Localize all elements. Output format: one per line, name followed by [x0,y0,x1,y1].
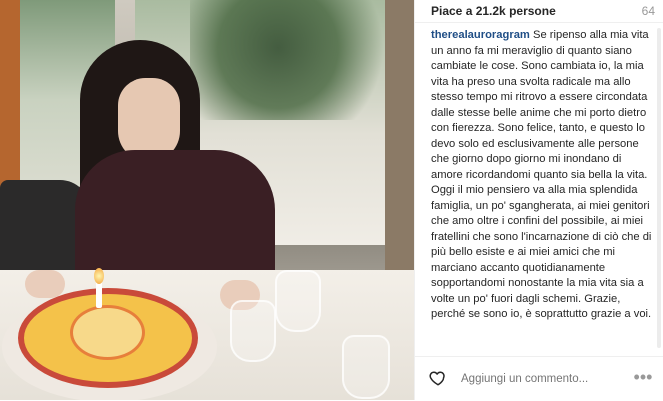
caption-scrollbar[interactable] [657,28,661,348]
background-plants [190,0,410,120]
caption-text: Se ripenso alla mia vita un anno fa mi m… [431,29,652,320]
wine-glass [275,270,321,332]
header-divider [415,22,663,23]
candle-flame [94,268,104,284]
comment-input[interactable] [459,367,613,391]
post-photo[interactable] [0,0,414,400]
wine-glass [342,335,390,399]
caption: therealauroragram Se ripenso alla mia vi… [431,28,653,358]
wine-glass [230,300,276,362]
hand-left [25,270,65,298]
likes-count[interactable]: Piace a 21.2k persone [431,4,556,18]
comment-bar: ••• [415,356,663,401]
post-side-panel: Piace a 21.2k persone 64 therealauroragr… [414,0,663,400]
more-options-icon[interactable]: ••• [629,367,657,387]
candle [96,280,102,308]
heart-icon[interactable] [429,369,447,387]
cake-center [70,305,145,360]
post-time: 64 [641,4,655,18]
instagram-post: Piace a 21.2k persone 64 therealauroragr… [0,0,663,400]
caption-username[interactable]: therealauroragram [431,29,530,41]
